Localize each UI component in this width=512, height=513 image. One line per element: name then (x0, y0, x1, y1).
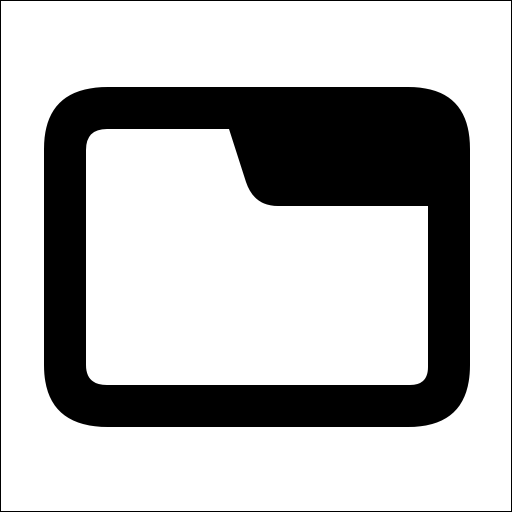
folder-shape (44, 87, 470, 427)
icon-canvas (0, 0, 512, 512)
folder-icon (44, 87, 470, 427)
